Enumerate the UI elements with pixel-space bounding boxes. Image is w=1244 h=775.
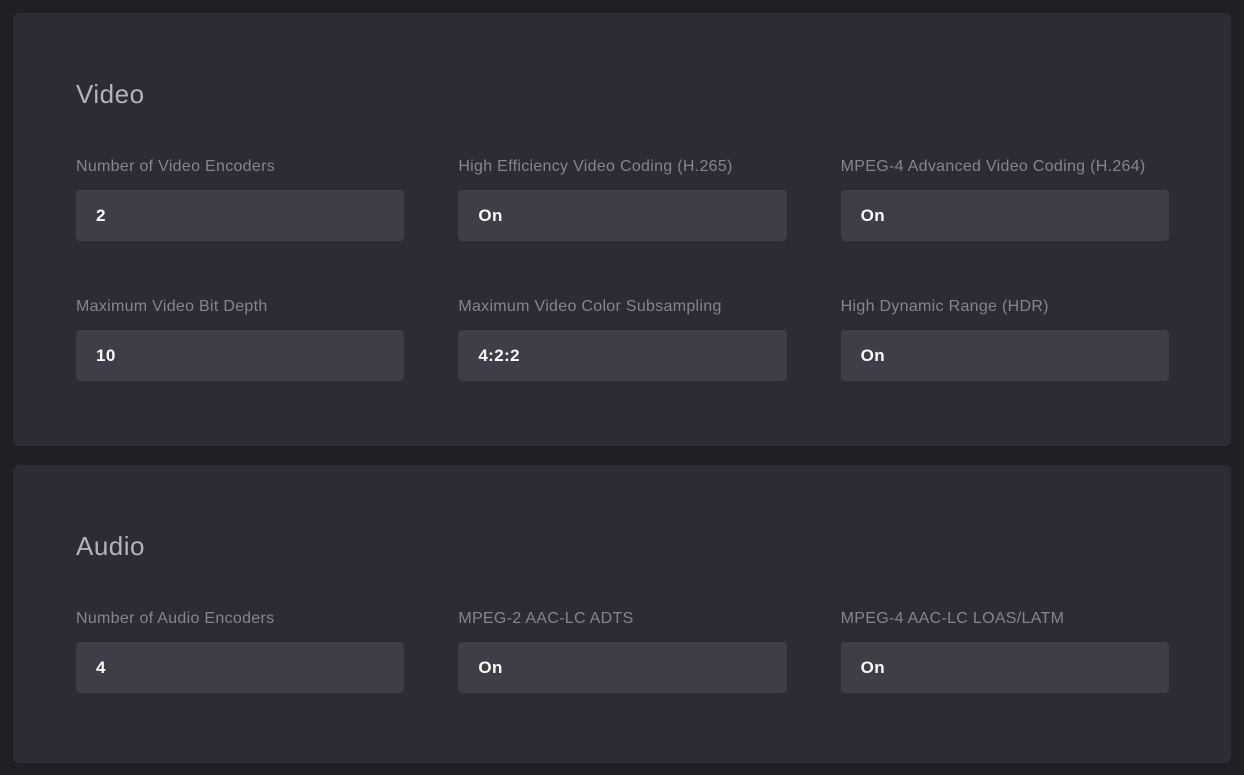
number-of-audio-encoders-input[interactable]: 4: [76, 642, 404, 693]
high-dynamic-range-hdr-input[interactable]: On: [841, 330, 1169, 381]
fields-grid: Number of Video Encoders 2 High Efficien…: [76, 137, 1169, 381]
field-label: Maximum Video Color Subsampling: [458, 277, 786, 317]
field-mpeg-2-aac-lc-adts: MPEG-2 AAC-LC ADTS On: [458, 589, 786, 693]
field-label: MPEG-2 AAC-LC ADTS: [458, 589, 786, 629]
field-label: High Efficiency Video Coding (H.265): [458, 137, 786, 177]
fields-grid: Number of Audio Encoders 4 MPEG-2 AAC-LC…: [76, 589, 1169, 693]
field-maximum-video-bit-depth: Maximum Video Bit Depth 10: [76, 277, 404, 381]
field-mpeg-4-advanced-video-coding-h-264: MPEG-4 Advanced Video Coding (H.264) On: [841, 137, 1169, 241]
field-label: Number of Video Encoders: [76, 137, 404, 177]
mpeg-4-aac-lc-loas-latm-input[interactable]: On: [841, 642, 1169, 693]
field-label: Number of Audio Encoders: [76, 589, 404, 629]
field-label: Maximum Video Bit Depth: [76, 277, 404, 317]
field-high-efficiency-video-coding-h-265: High Efficiency Video Coding (H.265) On: [458, 137, 786, 241]
high-efficiency-video-coding-h-265-input[interactable]: On: [458, 190, 786, 241]
number-of-video-encoders-input[interactable]: 2: [76, 190, 404, 241]
encoder-capabilities-page: Video Number of Video Encoders 2 High Ef…: [0, 13, 1244, 763]
field-number-of-video-encoders: Number of Video Encoders 2: [76, 137, 404, 241]
maximum-video-bit-depth-input[interactable]: 10: [76, 330, 404, 381]
section-title: Video: [76, 81, 1169, 107]
maximum-video-color-subsampling-input[interactable]: 4:2:2: [458, 330, 786, 381]
field-high-dynamic-range-hdr: High Dynamic Range (HDR) On: [841, 277, 1169, 381]
mpeg-4-advanced-video-coding-h-264-input[interactable]: On: [841, 190, 1169, 241]
field-number-of-audio-encoders: Number of Audio Encoders 4: [76, 589, 404, 693]
field-label: High Dynamic Range (HDR): [841, 277, 1169, 317]
section-title: Audio: [76, 533, 1169, 559]
field-label: MPEG-4 Advanced Video Coding (H.264): [841, 137, 1169, 177]
section-audio: Audio Number of Audio Encoders 4 MPEG-2 …: [13, 465, 1231, 763]
section-video: Video Number of Video Encoders 2 High Ef…: [13, 13, 1231, 446]
mpeg-2-aac-lc-adts-input[interactable]: On: [458, 642, 786, 693]
field-label: MPEG-4 AAC-LC LOAS/LATM: [841, 589, 1169, 629]
field-maximum-video-color-subsampling: Maximum Video Color Subsampling 4:2:2: [458, 277, 786, 381]
field-mpeg-4-aac-lc-loas-latm: MPEG-4 AAC-LC LOAS/LATM On: [841, 589, 1169, 693]
